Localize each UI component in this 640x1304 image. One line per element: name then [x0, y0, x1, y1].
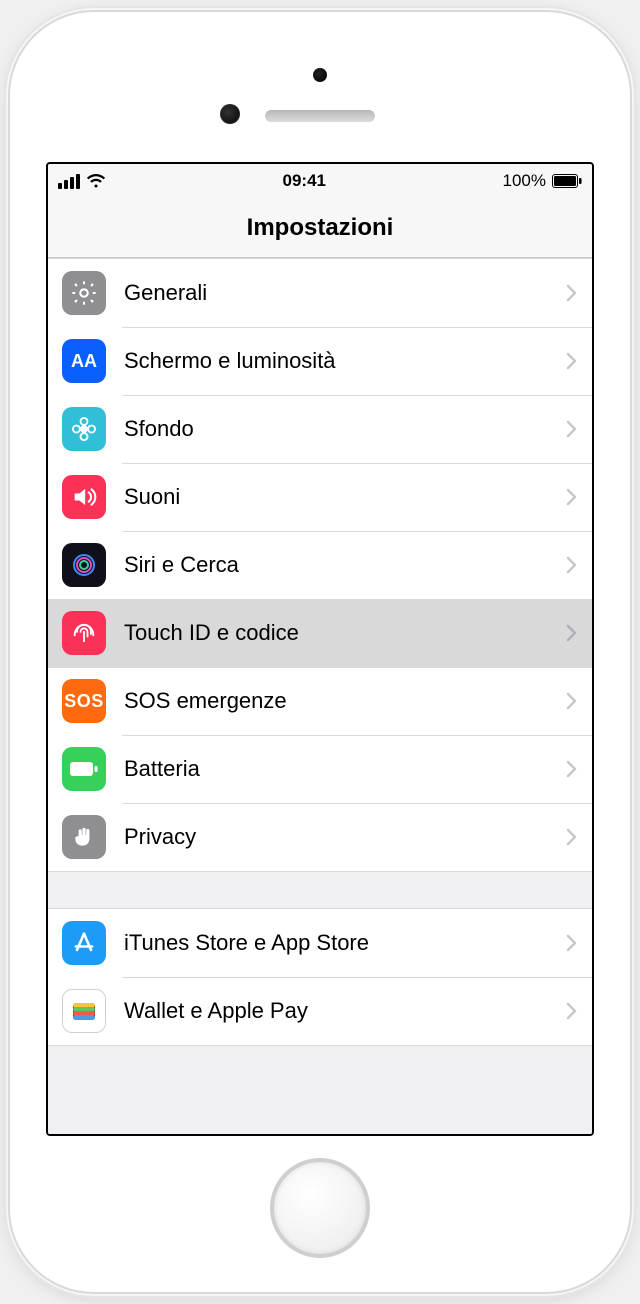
settings-row-wallet[interactable]: Wallet e Apple Pay: [48, 977, 592, 1045]
settings-row-touchid[interactable]: Touch ID e codice: [48, 599, 592, 667]
page-title: Impostazioni: [247, 214, 394, 242]
chevron-right-icon: [566, 624, 578, 642]
wallet-icon: [62, 989, 106, 1033]
row-label: SOS emergenze: [124, 688, 566, 714]
fingerprint-icon: [62, 611, 106, 655]
wifi-icon: [86, 174, 106, 189]
gear-icon: [62, 271, 106, 315]
battery-icon: [62, 747, 106, 791]
battery-percent-label: 100%: [503, 171, 546, 191]
row-label: iTunes Store e App Store: [124, 930, 566, 956]
front-camera: [220, 104, 240, 124]
row-label: Privacy: [124, 824, 566, 850]
chevron-right-icon: [566, 1002, 578, 1020]
chevron-right-icon: [566, 420, 578, 438]
sos-icon: SOS: [62, 679, 106, 723]
row-label: Touch ID e codice: [124, 620, 566, 646]
nav-header: Impostazioni: [48, 198, 592, 258]
settings-row-appstore[interactable]: iTunes Store e App Store: [48, 909, 592, 977]
chevron-right-icon: [566, 692, 578, 710]
settings-group-stores: iTunes Store e App Store Wallet e Apple …: [48, 908, 592, 1046]
row-label: Generali: [124, 280, 566, 306]
row-label: Siri e Cerca: [124, 552, 566, 578]
status-bar: 09:41 100%: [48, 164, 592, 198]
group-spacer: [48, 872, 592, 908]
cellular-signal-icon: [58, 174, 80, 189]
display-icon: AA: [62, 339, 106, 383]
settings-row-siri[interactable]: Siri e Cerca: [48, 531, 592, 599]
settings-list[interactable]: Generali AA Schermo e luminosità Sfondo: [48, 258, 592, 1134]
chevron-right-icon: [566, 284, 578, 302]
screen: 09:41 100% Impostazioni Generali: [46, 162, 594, 1136]
row-label: Sfondo: [124, 416, 566, 442]
appstore-icon: [62, 921, 106, 965]
proximity-sensor: [313, 68, 327, 82]
row-label: Batteria: [124, 756, 566, 782]
hand-icon: [62, 815, 106, 859]
speaker-icon: [62, 475, 106, 519]
chevron-right-icon: [566, 488, 578, 506]
earpiece-speaker: [265, 110, 375, 122]
chevron-right-icon: [566, 352, 578, 370]
chevron-right-icon: [566, 760, 578, 778]
settings-row-battery[interactable]: Batteria: [48, 735, 592, 803]
settings-row-wallpaper[interactable]: Sfondo: [48, 395, 592, 463]
row-label: Wallet e Apple Pay: [124, 998, 566, 1024]
siri-icon: [62, 543, 106, 587]
home-button[interactable]: [270, 1158, 370, 1258]
flower-icon: [62, 407, 106, 451]
iphone-device-frame: 09:41 100% Impostazioni Generali: [10, 12, 630, 1292]
chevron-right-icon: [566, 934, 578, 952]
chevron-right-icon: [566, 828, 578, 846]
settings-row-display[interactable]: AA Schermo e luminosità: [48, 327, 592, 395]
settings-row-sounds[interactable]: Suoni: [48, 463, 592, 531]
status-bar-time: 09:41: [283, 171, 326, 191]
row-label: Suoni: [124, 484, 566, 510]
chevron-right-icon: [566, 556, 578, 574]
row-label: Schermo e luminosità: [124, 348, 566, 374]
battery-icon: [552, 174, 582, 188]
settings-row-privacy[interactable]: Privacy: [48, 803, 592, 871]
settings-group-main: Generali AA Schermo e luminosità Sfondo: [48, 258, 592, 872]
settings-row-general[interactable]: Generali: [48, 259, 592, 327]
settings-row-sos[interactable]: SOS SOS emergenze: [48, 667, 592, 735]
